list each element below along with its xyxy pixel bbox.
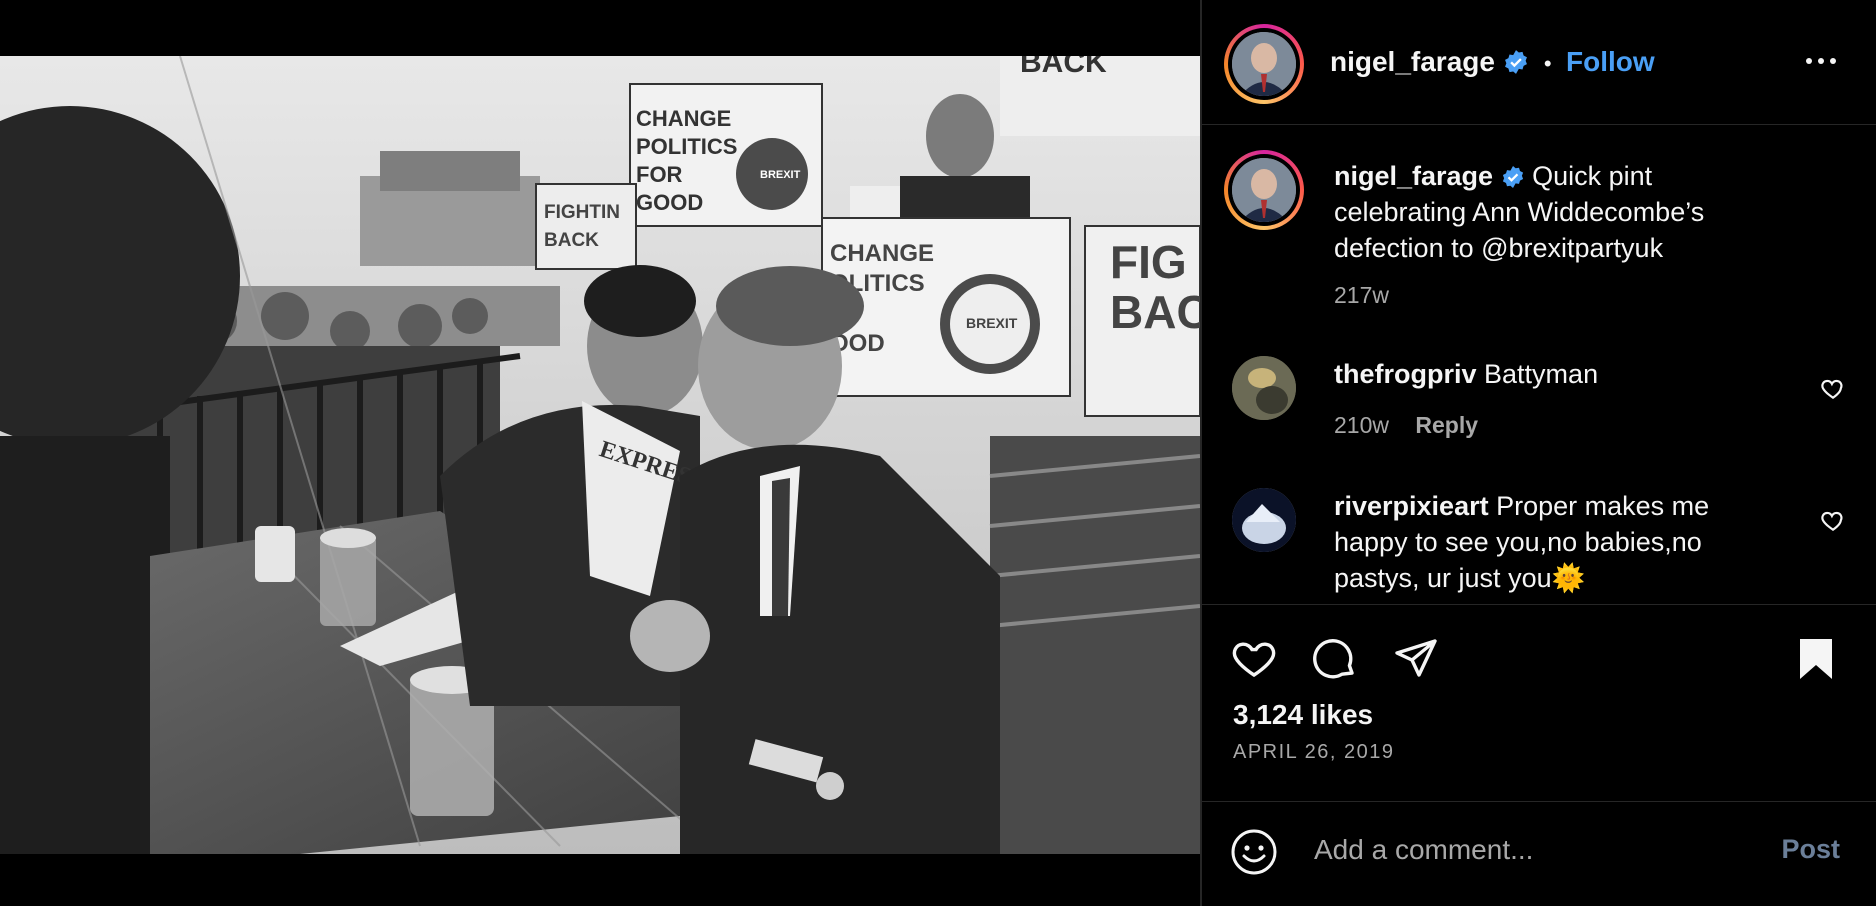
sign-fight-back-right: FIG BAC xyxy=(1110,236,1200,338)
commenter-avatar[interactable] xyxy=(1232,356,1296,420)
photo-illustration: CHANGE POLITICS FOR GOOD BREXIT FIGHTIN BACK… xyxy=(0,56,1200,854)
likes-count[interactable]: 3,124 likes xyxy=(1233,699,1373,731)
post-date: APRIL 26, 2019 xyxy=(1233,741,1395,763)
separator-dot: • xyxy=(1543,51,1552,76)
author-avatar[interactable] xyxy=(1224,24,1304,104)
comment-age: 210w xyxy=(1334,412,1389,438)
comment-like-heart-icon[interactable] xyxy=(1820,376,1846,402)
comment-composer: Add a comment... Post xyxy=(1202,800,1876,906)
reply-button[interactable]: Reply xyxy=(1415,412,1478,438)
sign-back-top: BACK xyxy=(1020,56,1107,79)
comment-like-heart-icon[interactable] xyxy=(1820,508,1846,534)
heart-icon[interactable] xyxy=(1230,635,1278,683)
verified-icon xyxy=(1505,50,1528,74)
comment-username[interactable]: thefrogpriv xyxy=(1334,359,1477,389)
follow-button[interactable]: Follow xyxy=(1566,46,1655,77)
post-details-panel: nigel_farage • Follow nigel_farage Quick… xyxy=(1202,0,1876,906)
comment-text: Battyman xyxy=(1484,359,1599,389)
post-comment-button[interactable]: Post xyxy=(1781,834,1840,865)
sign-badge-2: BREXIT xyxy=(966,315,1018,331)
post-header: nigel_farage • Follow xyxy=(1202,0,1876,125)
author-username[interactable]: nigel_farage xyxy=(1330,46,1495,77)
emoji-icon[interactable] xyxy=(1230,828,1278,876)
post-photo[interactable]: CHANGE POLITICS FOR GOOD BREXIT FIGHTIN BACK… xyxy=(0,56,1200,854)
comment-username[interactable]: riverpixieart xyxy=(1334,491,1489,521)
avatar-photo-icon xyxy=(1232,356,1296,420)
bookmark-icon[interactable] xyxy=(1792,635,1840,683)
comment-icon[interactable] xyxy=(1312,635,1360,683)
post-actions: 3,124 likes APRIL 26, 2019 xyxy=(1202,604,1876,802)
avatar-face-icon xyxy=(1232,158,1296,222)
commenter-avatar[interactable] xyxy=(1232,488,1296,552)
caption-username[interactable]: nigel_farage xyxy=(1334,161,1493,191)
add-comment-input[interactable]: Add a comment... xyxy=(1314,834,1533,866)
more-options-icon[interactable] xyxy=(1804,44,1838,78)
caption-age: 217w xyxy=(1334,282,1389,308)
verified-icon xyxy=(1502,166,1523,188)
share-icon[interactable] xyxy=(1392,635,1440,683)
comments-list[interactable]: nigel_farage Quick pint celebrating Ann … xyxy=(1202,124,1876,604)
avatar-face-icon xyxy=(1232,32,1296,96)
post-media[interactable]: CHANGE POLITICS FOR GOOD BREXIT FIGHTIN BACK… xyxy=(0,0,1200,906)
avatar-photo-icon xyxy=(1232,488,1296,552)
sign-badge-1: BREXIT xyxy=(760,169,801,181)
caption-avatar[interactable] xyxy=(1224,150,1304,230)
